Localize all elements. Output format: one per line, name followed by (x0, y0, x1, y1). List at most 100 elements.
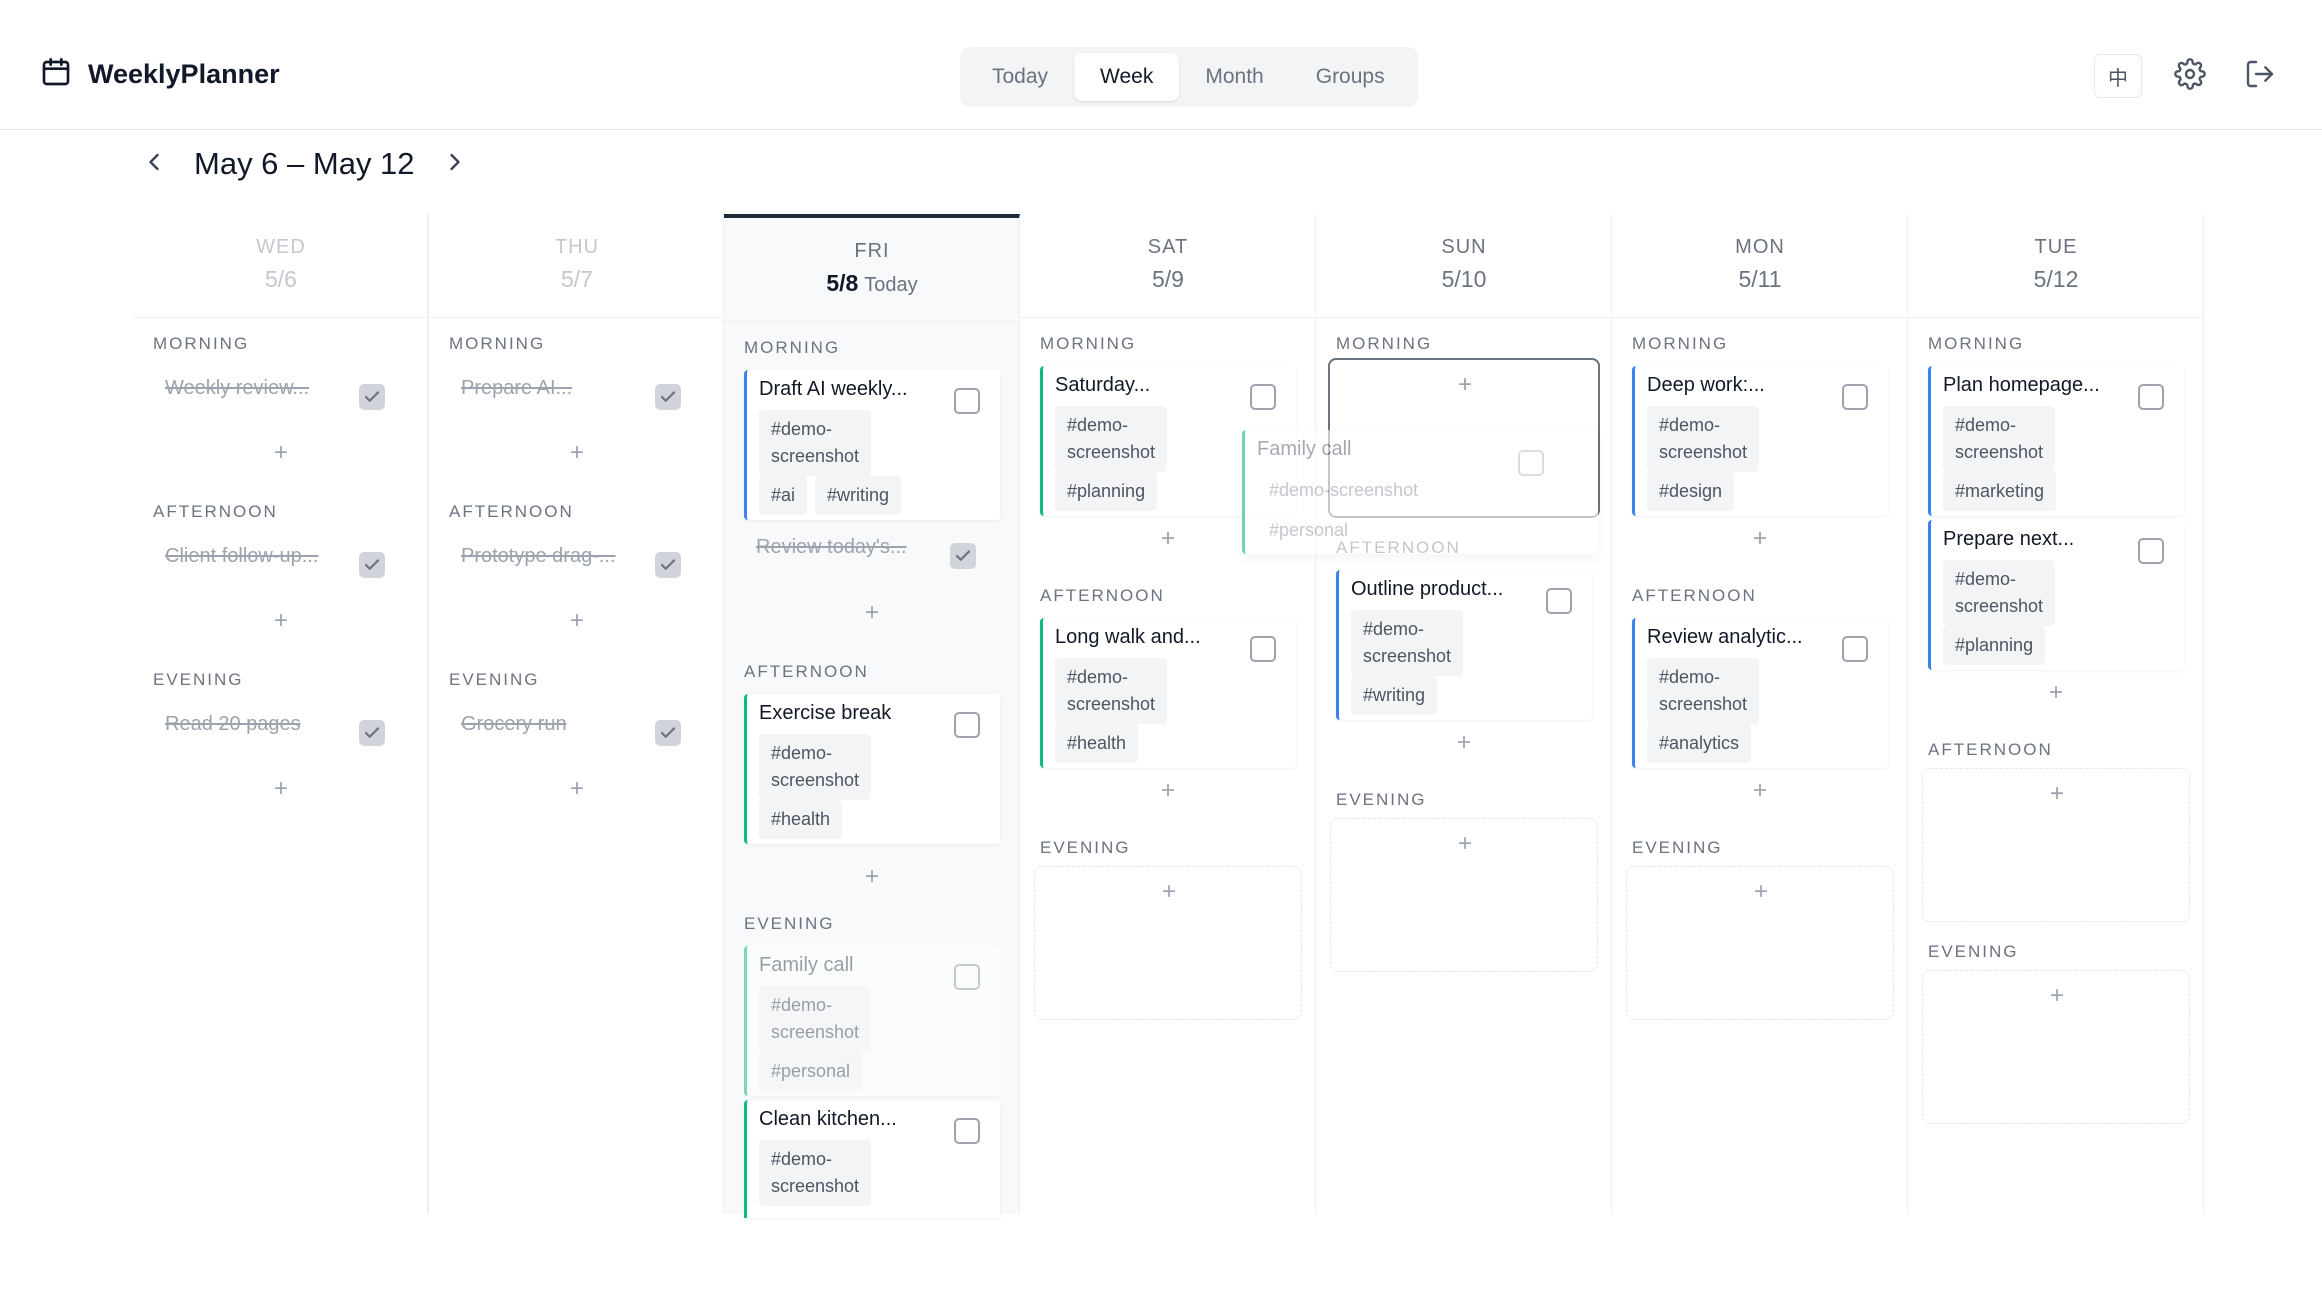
task-checkbox[interactable] (1518, 450, 1544, 476)
task-checkbox-checked[interactable] (359, 384, 385, 410)
task-checkbox-checked[interactable] (655, 552, 681, 578)
brand[interactable]: WeeklyPlanner (40, 56, 280, 93)
add-task-button[interactable]: + (1450, 370, 1480, 400)
task-tag[interactable]: #analytics (1647, 724, 1752, 763)
completed-task-title[interactable]: Read 20 pages (165, 713, 301, 736)
task-tag[interactable]: #writing (1351, 676, 1438, 715)
tab-today[interactable]: Today (966, 53, 1074, 101)
add-task-button[interactable]: + (562, 606, 592, 636)
task-card[interactable]: Prepare next... #demo-screenshot #planni… (1928, 520, 2184, 670)
completed-task-title[interactable]: Weekly review... (165, 377, 309, 400)
empty-slot-dropzone[interactable]: + (1922, 970, 2190, 1124)
task-card[interactable]: Exercise break #demo-screenshot #health (744, 694, 1000, 844)
add-task-button[interactable]: + (2042, 981, 2072, 1011)
day-column-tue: TUE 5/12 MORNING Plan homepage... #demo-… (1908, 214, 2204, 1214)
add-task-button[interactable]: + (1153, 776, 1183, 806)
task-checkbox[interactable] (1842, 384, 1868, 410)
task-checkbox-checked[interactable] (359, 720, 385, 746)
task-card[interactable]: Deep work:... #demo-screenshot #design (1632, 366, 1888, 516)
empty-slot-dropzone[interactable]: + (1330, 818, 1598, 972)
task-tag[interactable]: #health (759, 800, 843, 839)
task-card[interactable]: Outline product... #demo-screenshot #wri… (1336, 570, 1592, 720)
section-afternoon-label: AFTERNOON (153, 502, 278, 521)
task-tag[interactable]: #personal (759, 1052, 863, 1091)
task-tag[interactable]: #demo-screenshot (1647, 406, 1760, 472)
task-checkbox-checked[interactable] (655, 384, 681, 410)
task-checkbox[interactable] (954, 964, 980, 990)
completed-task-title[interactable]: Prepare AI... (461, 377, 572, 400)
add-task-button[interactable]: + (1449, 728, 1479, 758)
add-task-button[interactable]: + (1745, 776, 1775, 806)
task-card[interactable]: Plan homepage... #demo-screenshot #marke… (1928, 366, 2184, 516)
tab-groups[interactable]: Groups (1290, 53, 1411, 101)
task-checkbox[interactable] (954, 712, 980, 738)
add-task-button[interactable]: + (857, 598, 887, 628)
tab-month[interactable]: Month (1179, 53, 1289, 101)
dragging-task-ghost[interactable]: Family call #demo-screenshot #personal (1242, 430, 1598, 554)
task-tag[interactable]: #demo-screenshot (1943, 406, 2056, 472)
logout-button[interactable] (2238, 54, 2282, 98)
task-tag[interactable]: #health (1055, 724, 1139, 763)
add-task-button[interactable]: + (562, 774, 592, 804)
add-task-button[interactable]: + (562, 438, 592, 468)
task-tag[interactable]: #planning (1943, 626, 2046, 665)
task-checkbox[interactable] (1250, 636, 1276, 662)
add-task-button[interactable]: + (266, 606, 296, 636)
completed-task-title[interactable]: Client follow-up... (165, 545, 318, 568)
header-actions: 中 (2094, 54, 2282, 98)
add-task-button[interactable]: + (1746, 877, 1776, 907)
completed-task-title[interactable]: Prototype drag-... (461, 545, 616, 568)
task-tag[interactable]: #design (1647, 472, 1735, 511)
task-checkbox-checked[interactable] (359, 552, 385, 578)
empty-slot-dropzone[interactable]: + (1626, 866, 1894, 1020)
section-morning-label: MORNING (449, 334, 546, 353)
task-tag[interactable]: #ai (759, 476, 808, 515)
add-task-button[interactable]: + (1154, 877, 1184, 907)
task-tag[interactable]: #demo-screenshot (1055, 406, 1168, 472)
completed-task-title[interactable]: Grocery run (461, 713, 567, 736)
task-checkbox[interactable] (1250, 384, 1276, 410)
add-task-button[interactable]: + (857, 862, 887, 892)
task-checkbox[interactable] (2138, 384, 2164, 410)
add-task-button[interactable]: + (266, 774, 296, 804)
task-card[interactable]: Clean kitchen... #demo-screenshot (744, 1100, 1000, 1218)
task-tag[interactable]: #demo-screenshot (759, 410, 872, 476)
task-checkbox[interactable] (954, 1118, 980, 1144)
task-tag[interactable]: #demo-screenshot (1055, 658, 1168, 724)
task-tag[interactable]: #demo-screenshot (759, 986, 872, 1052)
settings-button[interactable] (2168, 54, 2212, 98)
add-task-button[interactable]: + (2042, 779, 2072, 809)
add-task-button[interactable]: + (1745, 524, 1775, 554)
tab-week[interactable]: Week (1074, 53, 1180, 101)
task-checkbox-checked[interactable] (950, 543, 976, 569)
task-tag[interactable]: #writing (815, 476, 902, 515)
task-title: Family call (759, 954, 854, 976)
task-tag[interactable]: #demo-screenshot (1943, 560, 2056, 626)
task-tag[interactable]: #demo-screenshot (759, 1140, 872, 1206)
task-checkbox-checked[interactable] (655, 720, 681, 746)
task-card[interactable]: Draft AI weekly... #demo-screenshot #ai … (744, 370, 1000, 520)
empty-slot-dropzone[interactable]: + (1034, 866, 1302, 1020)
task-tag[interactable]: #planning (1055, 472, 1158, 511)
section-evening-label: EVENING (1632, 838, 1723, 857)
task-tag[interactable]: #demo-screenshot (759, 734, 872, 800)
task-tag[interactable]: #demo-screenshot (1647, 658, 1760, 724)
add-task-button[interactable]: + (2041, 678, 2071, 708)
task-card[interactable]: Long walk and... #demo-screenshot #healt… (1040, 618, 1296, 768)
task-tag[interactable]: #demo-screenshot (1351, 610, 1464, 676)
task-card-dragging-source[interactable]: Family call #demo-screenshot #personal (744, 946, 1000, 1096)
task-checkbox[interactable] (2138, 538, 2164, 564)
task-card[interactable]: Review analytic... #demo-screenshot #ana… (1632, 618, 1888, 768)
chevron-left-icon[interactable] (140, 148, 168, 181)
task-tag[interactable]: #marketing (1943, 472, 2057, 511)
completed-task-title[interactable]: Review today's... (756, 536, 907, 559)
language-toggle-button[interactable]: 中 (2094, 54, 2142, 98)
add-task-button[interactable]: + (1153, 524, 1183, 554)
empty-slot-dropzone[interactable]: + (1922, 768, 2190, 922)
task-checkbox[interactable] (954, 388, 980, 414)
chevron-right-icon[interactable] (441, 148, 469, 181)
add-task-button[interactable]: + (1450, 829, 1480, 859)
add-task-button[interactable]: + (266, 438, 296, 468)
task-checkbox[interactable] (1546, 588, 1572, 614)
task-checkbox[interactable] (1842, 636, 1868, 662)
